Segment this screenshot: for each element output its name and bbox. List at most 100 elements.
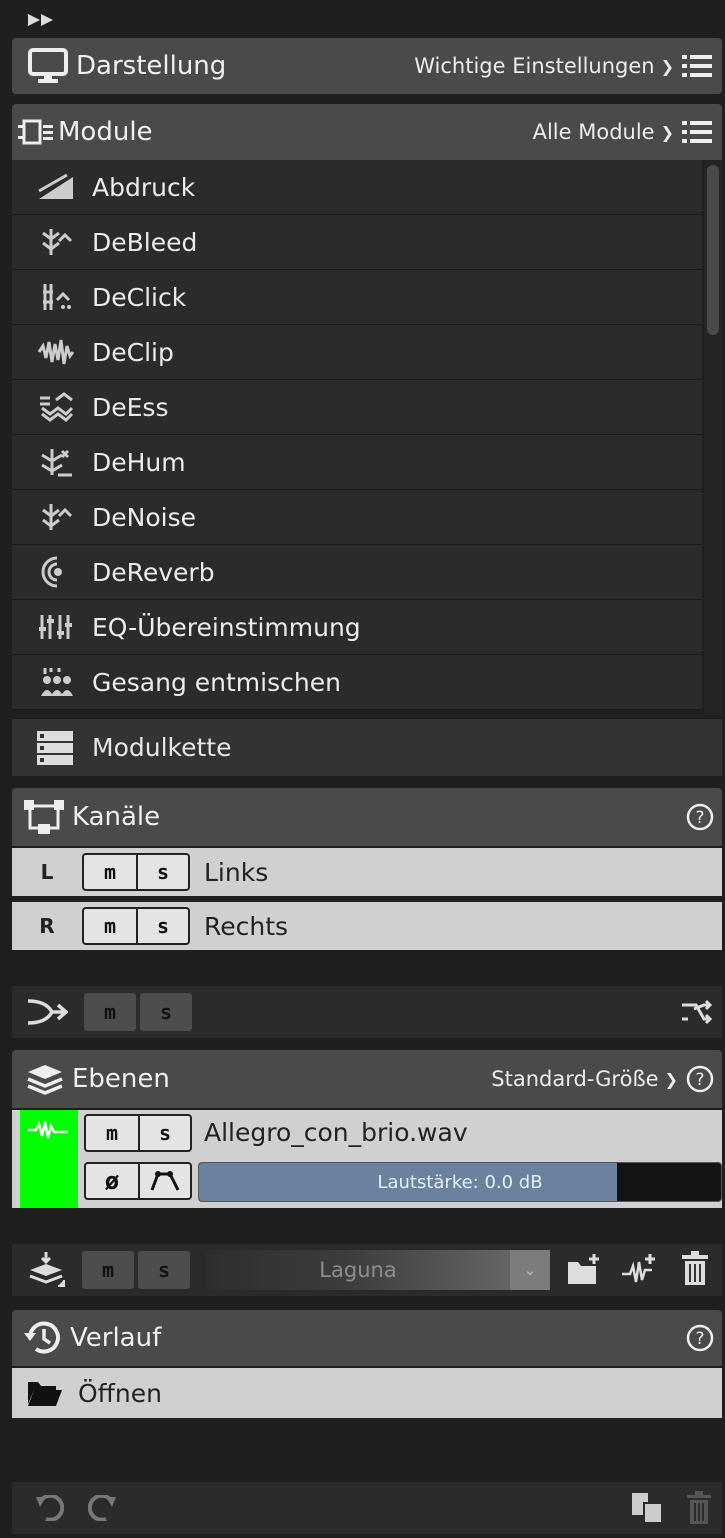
module-label: DeBleed — [92, 227, 198, 257]
help-icon[interactable]: ? — [686, 1324, 714, 1352]
help-icon[interactable]: ? — [686, 1065, 714, 1093]
channel-row-left[interactable]: L m s Links — [12, 848, 722, 898]
module-item-dereverb[interactable]: DeReverb — [12, 545, 702, 600]
module-label: DeNoise — [92, 502, 196, 532]
mute-button[interactable]: m — [84, 855, 136, 889]
module-item-gesang[interactable]: Gesang entmischen — [12, 655, 702, 710]
dereverb-icon — [41, 556, 62, 588]
list-menu-icon[interactable] — [682, 119, 712, 145]
chevron-down-icon[interactable]: ❯ — [661, 57, 674, 76]
list-menu-icon[interactable] — [682, 53, 712, 79]
add-layer-icon[interactable] — [620, 1252, 660, 1286]
modules-panel-header: Module Alle Module ❯ — [12, 104, 722, 160]
history-title: Verlauf — [70, 1323, 162, 1353]
monitor-icon — [28, 48, 68, 83]
module-chain-label: Modulkette — [92, 733, 232, 762]
modules-title: Module — [58, 117, 153, 147]
display-preset-dropdown[interactable]: Wichtige Einstellungen — [414, 54, 654, 78]
scrollbar-thumb[interactable] — [707, 165, 719, 335]
svg-text:?: ? — [695, 808, 704, 828]
routing-solo-button[interactable]: s — [140, 993, 192, 1031]
add-folder-icon[interactable] — [566, 1252, 602, 1286]
undo-icon[interactable] — [34, 1495, 64, 1521]
envelope-button[interactable] — [138, 1164, 190, 1198]
module-item-denoise[interactable]: DeNoise — [12, 490, 702, 545]
layer-stack-icon[interactable] — [28, 1250, 68, 1290]
denoise-icon — [42, 504, 73, 530]
chevron-down-icon[interactable]: ❯ — [661, 123, 674, 142]
module-list-scrollbar[interactable] — [704, 160, 722, 715]
envelope-icon — [150, 1171, 180, 1191]
module-item-declick[interactable]: DeClick — [12, 270, 702, 325]
declick-icon — [43, 284, 71, 310]
channels-title: Kanäle — [72, 802, 161, 832]
module-chain-icon — [37, 730, 73, 765]
debleed-icon — [42, 229, 73, 255]
module-label: DeClick — [92, 282, 187, 312]
svg-text:?: ? — [695, 1329, 704, 1349]
layers-title: Ebenen — [72, 1064, 170, 1094]
layer-item[interactable]: m s Allegro_con_brio.wav ø Lautstärke: 0… — [12, 1110, 722, 1208]
layer-mute-button[interactable]: m — [86, 1116, 138, 1150]
layer-group-solo-button[interactable]: s — [138, 1251, 190, 1289]
module-item-deess[interactable]: DeEss — [12, 380, 702, 435]
module-item-eq-match[interactable]: EQ-Übereinstimmung — [12, 600, 702, 655]
history-icon — [24, 1321, 60, 1354]
channel-letter: R — [39, 914, 55, 938]
layer-group-mute-button[interactable]: m — [82, 1251, 134, 1289]
expand-arrows-icon[interactable] — [28, 12, 64, 28]
module-label: Gesang entmischen — [92, 667, 341, 697]
abdruck-icon — [38, 173, 73, 199]
help-icon[interactable]: ? — [686, 803, 714, 831]
display-panel-header: Darstellung Wichtige Einstellungen ❯ — [12, 38, 722, 94]
history-item[interactable]: Öffnen — [12, 1368, 722, 1418]
solo-button[interactable]: s — [136, 855, 188, 889]
chevron-down-icon[interactable]: ❯ — [665, 1070, 678, 1089]
module-label: Abdruck — [92, 172, 196, 202]
history-panel-header: Verlauf ? — [12, 1310, 722, 1366]
redo-icon[interactable] — [88, 1495, 118, 1521]
copy-icon[interactable] — [630, 1491, 664, 1525]
layer-preset-dropdown[interactable]: Laguna ⌄ — [204, 1248, 552, 1292]
module-list: Abdruck DeBleed DeClick DeClip DeEss DeH… — [12, 160, 702, 710]
mute-button[interactable]: m — [84, 909, 136, 943]
channels-panel-header: Kanäle ? — [12, 788, 722, 846]
module-item-declip[interactable]: DeClip — [12, 325, 702, 380]
layer-size-dropdown[interactable]: Standard-Größe — [491, 1067, 658, 1091]
module-item-debleed[interactable]: DeBleed — [12, 215, 702, 270]
module-label: DeEss — [92, 392, 169, 422]
layer-preset-value: Laguna — [319, 1258, 397, 1282]
open-folder-icon — [28, 1382, 62, 1406]
swap-channels-icon[interactable] — [680, 999, 712, 1025]
channel-letter: L — [40, 860, 54, 884]
display-title: Darstellung — [76, 51, 227, 81]
waveform-icon — [28, 1120, 68, 1139]
module-label: DeReverb — [92, 557, 215, 587]
deess-icon — [40, 392, 74, 422]
phase-invert-button[interactable]: ø — [86, 1164, 138, 1198]
solo-button[interactable]: s — [136, 909, 188, 943]
routing-icon[interactable] — [26, 999, 68, 1025]
module-item-abdruck[interactable]: Abdruck — [12, 160, 702, 215]
channel-row-right[interactable]: R m s Rechts — [12, 902, 722, 952]
layers-icon — [27, 1065, 63, 1095]
module-icon — [18, 119, 53, 145]
layer-color-swatch[interactable] — [20, 1110, 78, 1208]
module-chain-item[interactable]: Modulkette — [12, 718, 722, 776]
layer-volume-slider[interactable]: Lautstärke: 0.0 dB — [198, 1162, 722, 1202]
layer-solo-button[interactable]: s — [138, 1116, 190, 1150]
history-item-label: Öffnen — [78, 1378, 162, 1408]
eq-match-icon — [39, 615, 72, 639]
channel-routing-bar: m s — [12, 986, 722, 1038]
trash-icon[interactable] — [686, 1491, 712, 1525]
channel-name: Links — [204, 857, 269, 887]
modules-filter-dropdown[interactable]: Alle Module — [533, 120, 655, 144]
channel-name: Rechts — [204, 911, 289, 941]
module-item-dehum[interactable]: DeHum — [12, 435, 702, 490]
routing-mute-button[interactable]: m — [84, 993, 136, 1031]
chevron-down-icon[interactable]: ⌄ — [510, 1250, 550, 1290]
dehum-icon — [41, 449, 72, 477]
trash-icon[interactable] — [680, 1250, 710, 1286]
module-label: DeHum — [92, 447, 186, 477]
layer-file-name: Allegro_con_brio.wav — [204, 1118, 468, 1147]
